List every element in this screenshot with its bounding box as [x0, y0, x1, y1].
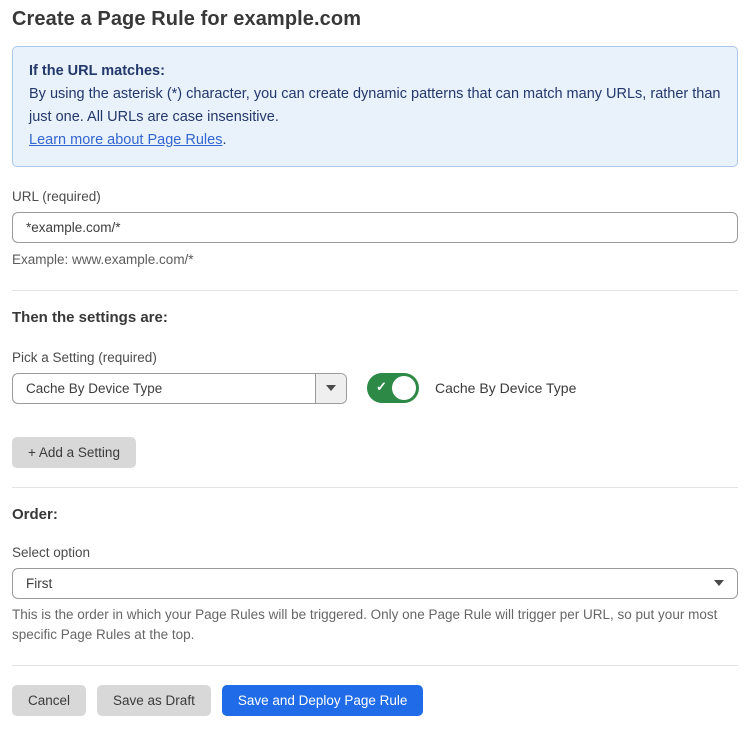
save-and-deploy-button[interactable]: Save and Deploy Page Rule [222, 685, 424, 716]
divider [12, 290, 738, 291]
divider [12, 487, 738, 488]
learn-more-link[interactable]: Learn more about Page Rules [29, 132, 222, 148]
setting-select-value: Cache By Device Type [13, 374, 315, 403]
chevron-down-icon [326, 385, 336, 391]
url-field-label: URL (required) [12, 189, 738, 204]
divider [12, 665, 738, 666]
toggle-label: Cache By Device Type [435, 380, 576, 396]
cancel-button[interactable]: Cancel [12, 685, 86, 716]
cache-by-device-type-toggle[interactable]: ✓ [367, 373, 419, 403]
setting-select-arrow-button[interactable] [315, 374, 346, 403]
save-as-draft-button[interactable]: Save as Draft [97, 685, 211, 716]
url-input[interactable] [12, 212, 738, 243]
order-select-label: Select option [12, 545, 738, 560]
info-box-body: By using the asterisk (*) character, you… [29, 83, 721, 129]
url-field-helper: Example: www.example.com/* [12, 250, 738, 271]
setting-select[interactable]: Cache By Device Type [12, 373, 347, 404]
url-match-info-box: If the URL matches: By using the asteris… [12, 46, 738, 167]
order-select-caret-wrap [714, 569, 737, 598]
settings-section-heading: Then the settings are: [12, 309, 738, 326]
page-title: Create a Page Rule for example.com [12, 8, 738, 31]
chevron-down-icon [714, 580, 724, 586]
toggle-knob [392, 376, 416, 400]
add-setting-button[interactable]: + Add a Setting [12, 437, 136, 468]
footer-actions: Cancel Save as Draft Save and Deploy Pag… [12, 685, 738, 716]
create-page-rule-panel: Create a Page Rule for example.com If th… [0, 0, 750, 736]
order-select[interactable]: First [12, 568, 738, 599]
setting-picker-label: Pick a Setting (required) [12, 350, 738, 365]
order-section-heading: Order: [12, 506, 738, 523]
order-helper-text: This is the order in which your Page Rul… [12, 605, 732, 647]
order-select-value: First [13, 569, 714, 598]
link-suffix: . [222, 132, 226, 148]
check-icon: ✓ [376, 380, 387, 393]
info-box-link-line: Learn more about Page Rules. [29, 129, 721, 152]
info-box-heading: If the URL matches: [29, 60, 721, 83]
setting-row: Cache By Device Type ✓ Cache By Device T… [12, 373, 738, 404]
